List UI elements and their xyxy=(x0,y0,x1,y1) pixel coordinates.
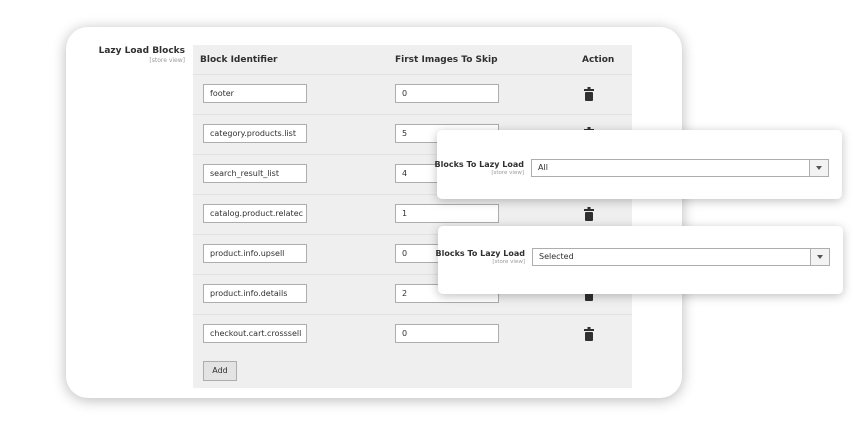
first-images-input[interactable]: 0 xyxy=(395,84,499,103)
section-label: Lazy Load Blocks [store view] xyxy=(85,46,185,64)
trash-icon[interactable] xyxy=(584,207,594,221)
column-header-first-images: First Images To Skip xyxy=(395,55,498,65)
field-label: Blocks To Lazy Load [store view] xyxy=(434,160,525,177)
blocks-to-lazy-load-select[interactable]: Selected xyxy=(532,248,830,266)
first-images-input[interactable]: 0 xyxy=(395,324,499,343)
field-label-title: Blocks To Lazy Load xyxy=(435,249,526,258)
block-identifier-input[interactable]: search_result_list xyxy=(203,164,307,183)
block-identifier-input[interactable]: product.info.details xyxy=(203,284,307,303)
add-row-button[interactable]: Add xyxy=(203,361,237,381)
column-header-action: Action xyxy=(582,55,615,65)
block-identifier-input[interactable]: checkout.cart.crosssell xyxy=(203,324,307,343)
field-label-scope: [store view] xyxy=(492,259,525,265)
section-scope: [store view] xyxy=(149,57,185,64)
trash-icon[interactable] xyxy=(584,87,594,101)
section-title: Lazy Load Blocks xyxy=(98,46,185,56)
block-identifier-input[interactable]: category.products.list xyxy=(203,124,307,143)
blocks-to-lazy-load-panel-selected: Blocks To Lazy Load [store view] Selecte… xyxy=(435,226,843,294)
grid-header: Block Identifier First Images To Skip Ac… xyxy=(193,45,632,74)
first-images-input[interactable]: 1 xyxy=(395,204,499,223)
block-identifier-input[interactable]: catalog.product.relatec xyxy=(203,204,307,223)
trash-icon[interactable] xyxy=(584,327,594,341)
block-identifier-input[interactable]: product.info.upsell xyxy=(203,244,307,263)
field-label-scope: [store view] xyxy=(491,170,524,176)
field-label: Blocks To Lazy Load [store view] xyxy=(435,249,526,266)
chevron-down-icon[interactable] xyxy=(810,249,829,265)
table-row: footer 0 xyxy=(193,74,632,115)
field-label-title: Blocks To Lazy Load xyxy=(434,160,525,169)
column-header-block-identifier: Block Identifier xyxy=(200,55,278,65)
table-row: checkout.cart.crosssell 0 xyxy=(193,314,632,355)
blocks-to-lazy-load-select[interactable]: All xyxy=(531,159,829,177)
lazy-load-blocks-grid: Block Identifier First Images To Skip Ac… xyxy=(193,45,632,388)
select-value: Selected xyxy=(539,252,574,261)
lazy-load-config-card: Lazy Load Blocks [store view] Block Iden… xyxy=(66,27,682,398)
chevron-down-icon[interactable] xyxy=(809,160,828,176)
select-value: All xyxy=(538,163,548,172)
block-identifier-input[interactable]: footer xyxy=(203,84,307,103)
blocks-to-lazy-load-panel-all: Blocks To Lazy Load [store view] All xyxy=(434,130,842,199)
